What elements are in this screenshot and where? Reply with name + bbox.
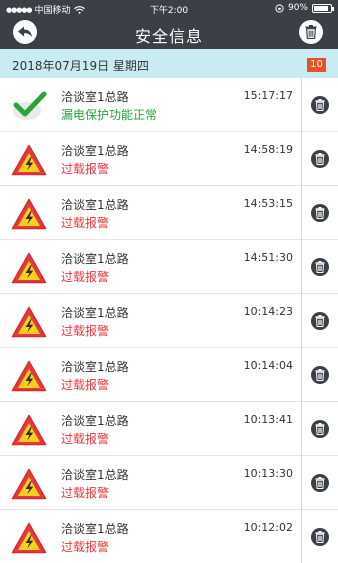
trash-icon xyxy=(315,369,325,381)
delete-record-button[interactable] xyxy=(311,204,329,222)
record-row[interactable]: 洽谈室1总路 14:58:19 过载报警 xyxy=(0,132,338,186)
circuit-name: 洽谈室1总路 xyxy=(61,90,129,104)
record-status: 过载报警 xyxy=(61,378,110,392)
trash-icon xyxy=(315,531,325,543)
delete-record-button[interactable] xyxy=(311,150,329,168)
record-status: 过载报警 xyxy=(61,324,110,338)
warning-icon xyxy=(11,468,47,500)
record-time: 14:58:19 xyxy=(243,143,293,156)
record-content[interactable]: 洽谈室1总路 14:53:15 过载报警 xyxy=(0,186,302,239)
trash-icon xyxy=(315,99,325,111)
record-row[interactable]: 洽谈室1总路 14:51:30 过载报警 xyxy=(0,240,338,294)
record-status: 过载报警 xyxy=(61,216,110,230)
delete-record-button[interactable] xyxy=(311,474,329,492)
trash-icon xyxy=(315,477,325,489)
trash-icon xyxy=(315,261,325,273)
record-list: 洽谈室1总路 15:17:17 漏电保护功能正常 洽谈室1总路 14:58:19 过载报警… xyxy=(0,78,338,563)
battery-fill xyxy=(314,5,329,11)
record-content[interactable]: 洽谈室1总路 10:13:41 过载报警 xyxy=(0,402,302,455)
trash-icon xyxy=(315,207,325,219)
record-row[interactable]: 洽谈室1总路 14:53:15 过载报警 xyxy=(0,186,338,240)
trash-icon xyxy=(315,153,325,165)
record-content[interactable]: 洽谈室1总路 10:13:30 过载报警 xyxy=(0,456,302,509)
page-title: 安全信息 xyxy=(134,27,203,46)
record-content[interactable]: 洽谈室1总路 10:14:23 过载报警 xyxy=(0,294,302,347)
record-status: 过载报警 xyxy=(61,270,110,284)
circuit-name: 洽谈室1总路 xyxy=(61,522,129,536)
trash-icon xyxy=(305,25,317,39)
record-count-badge: 10 xyxy=(307,58,326,72)
record-status: 过载报警 xyxy=(61,162,110,176)
circuit-name: 洽谈室1总路 xyxy=(61,468,129,482)
record-status: 过载报警 xyxy=(61,540,110,554)
circuit-name: 洽谈室1总路 xyxy=(61,414,129,428)
circuit-name: 洽谈室1总路 xyxy=(61,252,129,266)
delete-record-button[interactable] xyxy=(311,312,329,330)
record-status: 漏电保护功能正常 xyxy=(61,108,158,122)
record-content[interactable]: 洽谈室1总路 10:14:04 过载报警 xyxy=(0,348,302,401)
record-content[interactable]: 洽谈室1总路 15:17:17 漏电保护功能正常 xyxy=(0,78,302,131)
warning-icon xyxy=(11,522,47,554)
record-row[interactable]: 洽谈室1总路 10:12:02 过载报警 xyxy=(0,510,338,563)
delete-record-button[interactable] xyxy=(311,258,329,276)
circuit-name: 洽谈室1总路 xyxy=(61,306,129,320)
delete-record-button[interactable] xyxy=(311,366,329,384)
record-time: 10:13:30 xyxy=(243,467,293,480)
status-bar-right: 90% xyxy=(275,3,334,13)
record-time: 15:17:17 xyxy=(243,89,293,102)
date-bar: 2018年07月19日 星期四 10 xyxy=(0,49,338,78)
record-status: 过载报警 xyxy=(61,432,110,446)
record-row[interactable]: 洽谈室1总路 10:14:04 过载报警 xyxy=(0,348,338,402)
trash-icon xyxy=(315,423,325,435)
record-time: 10:12:02 xyxy=(243,521,293,534)
warning-icon xyxy=(11,198,47,230)
nav-bar: 安全信息 xyxy=(0,16,338,49)
warning-icon xyxy=(11,252,47,284)
record-row[interactable]: 洽谈室1总路 15:17:17 漏电保护功能正常 xyxy=(0,78,338,132)
record-time: 14:53:15 xyxy=(243,197,293,210)
warning-icon xyxy=(11,414,47,446)
record-row[interactable]: 洽谈室1总路 10:14:23 过载报警 xyxy=(0,294,338,348)
status-bar: ●●●●● 中国移动 下午2:00 90% xyxy=(0,0,338,16)
record-content[interactable]: 洽谈室1总路 14:51:30 过载报警 xyxy=(0,240,302,293)
battery-percent: 90% xyxy=(287,3,308,13)
rotation-lock-icon xyxy=(275,3,284,13)
circuit-name: 洽谈室1总路 xyxy=(61,198,129,212)
record-time: 10:13:41 xyxy=(243,413,293,426)
record-status: 过载报警 xyxy=(61,486,110,500)
delete-record-button[interactable] xyxy=(311,528,329,546)
record-content[interactable]: 洽谈室1总路 10:12:02 过载报警 xyxy=(0,510,302,563)
delete-record-button[interactable] xyxy=(311,420,329,438)
record-time: 10:14:04 xyxy=(243,359,293,372)
date-label: 2018年07月19日 星期四 xyxy=(12,59,149,73)
battery-icon xyxy=(312,3,334,13)
circuit-name: 洽谈室1总路 xyxy=(61,360,129,374)
clear-all-button[interactable] xyxy=(299,20,323,44)
record-row[interactable]: 洽谈室1总路 10:13:41 过载报警 xyxy=(0,402,338,456)
record-time: 14:51:30 xyxy=(243,251,293,264)
warning-icon xyxy=(11,144,47,176)
warning-icon xyxy=(11,306,47,338)
warning-icon xyxy=(11,360,47,392)
record-content[interactable]: 洽谈室1总路 14:58:19 过载报警 xyxy=(0,132,302,185)
trash-icon xyxy=(315,315,325,327)
checkmark-icon xyxy=(11,90,47,122)
delete-record-button[interactable] xyxy=(311,96,329,114)
circuit-name: 洽谈室1总路 xyxy=(61,144,129,158)
record-time: 10:14:23 xyxy=(243,305,293,318)
record-row[interactable]: 洽谈室1总路 10:13:30 过载报警 xyxy=(0,456,338,510)
